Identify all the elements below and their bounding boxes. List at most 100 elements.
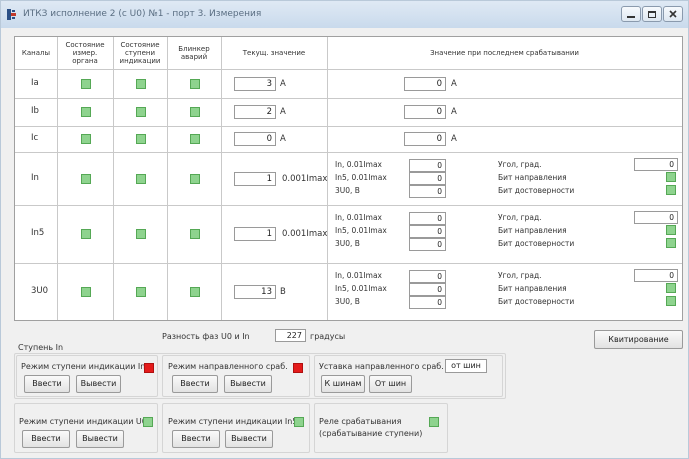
- alarm-blinker-indicator: [190, 287, 200, 297]
- validity-bit-label: Бит достоверности: [498, 297, 575, 306]
- mode-indication-in-label: Режим ступени индикации In: [21, 362, 146, 371]
- indication-in5-exit-button[interactable]: Вывести: [225, 430, 273, 448]
- last-trip-sub-label: 3U0, B: [335, 186, 360, 195]
- setpoint-value: от шин: [445, 359, 487, 373]
- measuring-state-indicator: [81, 174, 91, 184]
- validity-bit-indicator: [666, 238, 676, 248]
- last-trip-sub-value: 0: [409, 238, 446, 251]
- mode-indication-in5-label: Режим ступени индикации In5: [168, 417, 298, 426]
- header-measuring-state: Состояние измер. органа: [65, 41, 105, 65]
- channel-name: Ia: [31, 78, 39, 88]
- header-last-trip-value: Значение при последнем срабатывании: [430, 49, 579, 57]
- current-value-unit: A: [280, 134, 286, 144]
- angle-label: Угол, град.: [498, 271, 542, 280]
- phase-diff-label: Разность фаз U0 и In: [162, 332, 250, 341]
- from-bus-button[interactable]: От шин: [369, 375, 412, 393]
- measuring-state-indicator: [81, 134, 91, 144]
- channel-name: Ib: [31, 106, 39, 116]
- last-trip-sub-value: 0: [409, 225, 446, 238]
- direction-bit-label: Бит направления: [498, 226, 567, 235]
- indication-in-red-indicator: [144, 363, 154, 373]
- last-trip-sub-label: In5, 0.01Imax: [335, 284, 387, 293]
- header-channels: Каналы: [21, 49, 51, 57]
- last-trip-sub-value: 0: [409, 159, 446, 172]
- mode-indication-u0-label: Режим ступени индикации U0: [19, 417, 147, 426]
- setpoint-label: Уставка направленного сраб.: [319, 362, 444, 371]
- angle-label: Угол, град.: [498, 160, 542, 169]
- indication-u0-enter-button[interactable]: Ввести: [22, 430, 70, 448]
- validity-bit-label: Бит достоверности: [498, 186, 575, 195]
- stage-state-indicator: [136, 229, 146, 239]
- header-stage-state: Состояние ступени индикации: [119, 41, 161, 65]
- alarm-blinker-indicator: [190, 107, 200, 117]
- last-trip-sub-label: 3U0, B: [335, 297, 360, 306]
- direction-enter-button[interactable]: Ввести: [172, 375, 218, 393]
- current-value-field: 0: [234, 132, 276, 146]
- current-value-field: 3: [234, 77, 276, 91]
- current-value-field: 13: [234, 285, 276, 299]
- trip-relay-indicator: [429, 417, 439, 427]
- last-trip-value-unit: A: [451, 134, 457, 144]
- direction-bit-indicator: [666, 225, 676, 235]
- channel-name: Ic: [31, 133, 39, 143]
- mode-direction-label: Режим направленного сраб.: [168, 362, 288, 371]
- stage-state-indicator: [136, 134, 146, 144]
- direction-bit-label: Бит направления: [498, 173, 567, 182]
- last-trip-value-field: 0: [404, 77, 446, 91]
- trip-relay-group: [314, 403, 448, 453]
- current-value-unit: 0.001Imax: [282, 174, 328, 184]
- indication-in5-enter-button[interactable]: Ввести: [172, 430, 220, 448]
- measuring-state-indicator: [81, 107, 91, 117]
- maximize-button[interactable]: [642, 6, 662, 22]
- current-value-unit: 0.001Imax: [282, 229, 328, 239]
- indication-u0-exit-button[interactable]: Вывести: [76, 430, 124, 448]
- close-icon: [669, 10, 677, 18]
- alarm-blinker-indicator: [190, 174, 200, 184]
- channel-name: 3U0: [31, 286, 49, 296]
- current-value-unit: A: [280, 79, 286, 89]
- acknowledge-button[interactable]: Квитирование: [594, 330, 683, 349]
- angle-value: 0: [634, 211, 678, 224]
- alarm-blinker-indicator: [190, 79, 200, 89]
- angle-label: Угол, град.: [498, 213, 542, 222]
- trip-relay-label-line1: Реле срабатывания: [319, 417, 402, 426]
- main-window: ИТКЗ исполнение 2 (с U0) №1 - порт 3. Из…: [0, 0, 689, 459]
- current-value-unit: B: [280, 287, 286, 297]
- stage-state-indicator: [136, 287, 146, 297]
- angle-value: 0: [634, 269, 678, 282]
- last-trip-value-unit: A: [451, 107, 457, 117]
- direction-exit-button[interactable]: Вывести: [224, 375, 272, 393]
- last-trip-sub-value: 0: [409, 172, 446, 185]
- last-trip-sub-label: In5, 0.01Imax: [335, 226, 387, 235]
- header-alarm-blinker: Блинкер аварий: [178, 45, 210, 61]
- header-current-value: Текущ. значение: [242, 49, 306, 57]
- current-value-field: 1: [234, 227, 276, 241]
- last-trip-sub-label: In5, 0.01Imax: [335, 173, 387, 182]
- trip-relay-label-line2: (срабатывание ступени): [319, 429, 423, 438]
- current-value-unit: A: [280, 107, 286, 117]
- validity-bit-label: Бит достоверности: [498, 239, 575, 248]
- direction-bit-indicator: [666, 283, 676, 293]
- last-trip-value-field: 0: [404, 132, 446, 146]
- last-trip-sub-value: 0: [409, 296, 446, 309]
- angle-value: 0: [634, 158, 678, 171]
- direction-bit-label: Бит направления: [498, 284, 567, 293]
- indication-in-exit-button[interactable]: Вывести: [76, 375, 121, 393]
- to-bus-button[interactable]: К шинам: [321, 375, 365, 393]
- close-button[interactable]: [663, 6, 683, 22]
- minimize-button[interactable]: [621, 6, 641, 22]
- stage-state-indicator: [136, 174, 146, 184]
- last-trip-sub-value: 0: [409, 185, 446, 198]
- indication-in-enter-button[interactable]: Ввести: [24, 375, 70, 393]
- maximize-icon: [648, 10, 656, 18]
- indication-u0-indicator: [143, 417, 153, 427]
- measuring-state-indicator: [81, 79, 91, 89]
- last-trip-sub-value: 0: [409, 212, 446, 225]
- minimize-icon: [627, 15, 635, 18]
- measuring-state-indicator: [81, 229, 91, 239]
- measuring-state-indicator: [81, 287, 91, 297]
- validity-bit-indicator: [666, 185, 676, 195]
- last-trip-sub-label: 3U0, B: [335, 239, 360, 248]
- last-trip-sub-label: In, 0.01Imax: [335, 160, 382, 169]
- last-trip-sub-label: In, 0.01Imax: [335, 271, 382, 280]
